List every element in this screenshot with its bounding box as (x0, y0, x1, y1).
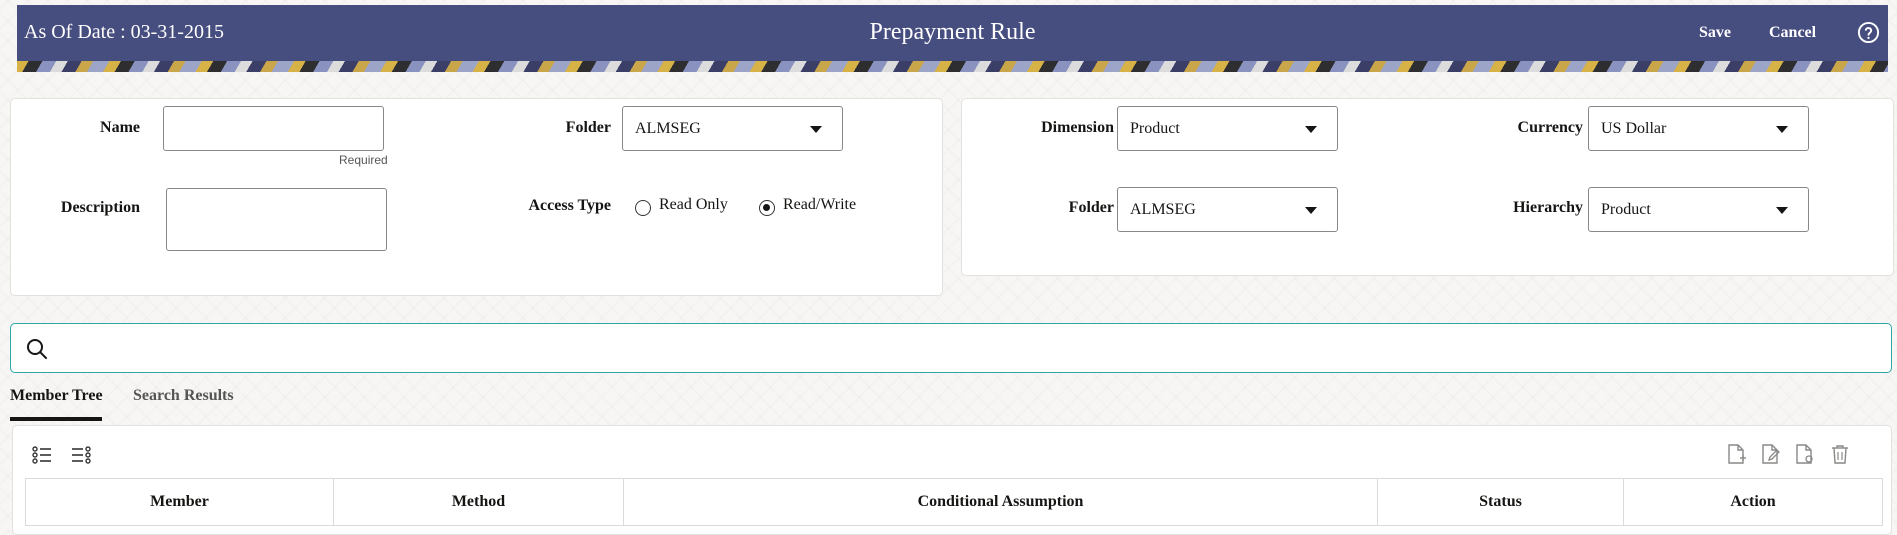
required-hint: Required (339, 153, 388, 167)
folder-label: Folder (565, 119, 611, 136)
column-header-member[interactable]: Member (26, 479, 334, 525)
chevron-down-icon (1305, 126, 1317, 133)
search-input[interactable] (61, 329, 1881, 367)
member-tree-panel: Member Method Conditional Assumption Sta… (12, 425, 1892, 535)
folder-select[interactable]: ALMSEG (622, 106, 843, 151)
header-bar: As Of Date : 03-31-2015 Prepayment Rule … (17, 5, 1888, 61)
tab-search-results[interactable]: Search Results (133, 387, 234, 405)
rule-details-panel: Name Required Description Folder ALMSEG … (10, 98, 943, 296)
chevron-down-icon (1776, 207, 1788, 214)
dimension-label: Dimension (1041, 119, 1114, 136)
delete-icon[interactable] (1829, 443, 1851, 465)
active-tab-indicator (10, 417, 102, 421)
chevron-down-icon (1776, 126, 1788, 133)
cancel-button[interactable]: Cancel (1769, 24, 1816, 42)
help-circle-icon[interactable] (1857, 21, 1880, 44)
expand-all-icon[interactable] (31, 444, 53, 466)
description-label: Description (60, 199, 140, 216)
hierarchy-label: Hierarchy (1513, 199, 1583, 216)
tab-member-tree[interactable]: Member Tree (10, 387, 103, 405)
access-type-label: Access Type (528, 197, 611, 214)
edit-document-icon[interactable] (1759, 443, 1781, 465)
column-header-action[interactable]: Action (1624, 479, 1882, 525)
save-button[interactable]: Save (1699, 24, 1731, 42)
dimension-folder-select[interactable]: ALMSEG (1117, 187, 1338, 232)
column-header-conditional-assumption[interactable]: Conditional Assumption (624, 479, 1378, 525)
dimension-panel: Dimension Product Folder ALMSEG Currency… (961, 98, 1894, 276)
collapse-all-icon[interactable] (70, 444, 92, 466)
currency-select[interactable]: US Dollar (1588, 106, 1809, 151)
dimension-select[interactable]: Product (1117, 106, 1338, 151)
member-table-header: Member Method Conditional Assumption Sta… (25, 478, 1883, 526)
currency-select-value: US Dollar (1601, 120, 1667, 137)
column-header-status[interactable]: Status (1378, 479, 1624, 525)
hierarchy-select[interactable]: Product (1588, 187, 1809, 232)
folder-select-value: ALMSEG (635, 120, 701, 137)
page-title: Prepayment Rule (869, 19, 1036, 45)
read-only-label: Read Only (659, 196, 728, 213)
currency-label: Currency (1517, 119, 1583, 136)
header-decorative-banner (17, 61, 1888, 72)
hierarchy-select-value: Product (1601, 201, 1651, 218)
view-document-icon[interactable] (1793, 443, 1815, 465)
description-input[interactable] (166, 188, 387, 251)
read-write-radio[interactable] (759, 200, 775, 216)
dimension-folder-select-value: ALMSEG (1130, 201, 1196, 218)
page-header: As Of Date : 03-31-2015 Prepayment Rule … (17, 5, 1888, 72)
name-label: Name (100, 119, 140, 136)
dimension-select-value: Product (1130, 120, 1180, 137)
add-document-icon[interactable] (1725, 443, 1747, 465)
read-write-label: Read/Write (783, 196, 857, 213)
dimension-folder-label: Folder (1068, 199, 1114, 216)
read-only-radio[interactable] (635, 200, 651, 216)
name-input[interactable] (163, 106, 384, 151)
chevron-down-icon (1305, 207, 1317, 214)
search-icon (27, 339, 47, 359)
column-header-method[interactable]: Method (334, 479, 624, 525)
chevron-down-icon (810, 126, 822, 133)
member-search-box (10, 323, 1892, 373)
